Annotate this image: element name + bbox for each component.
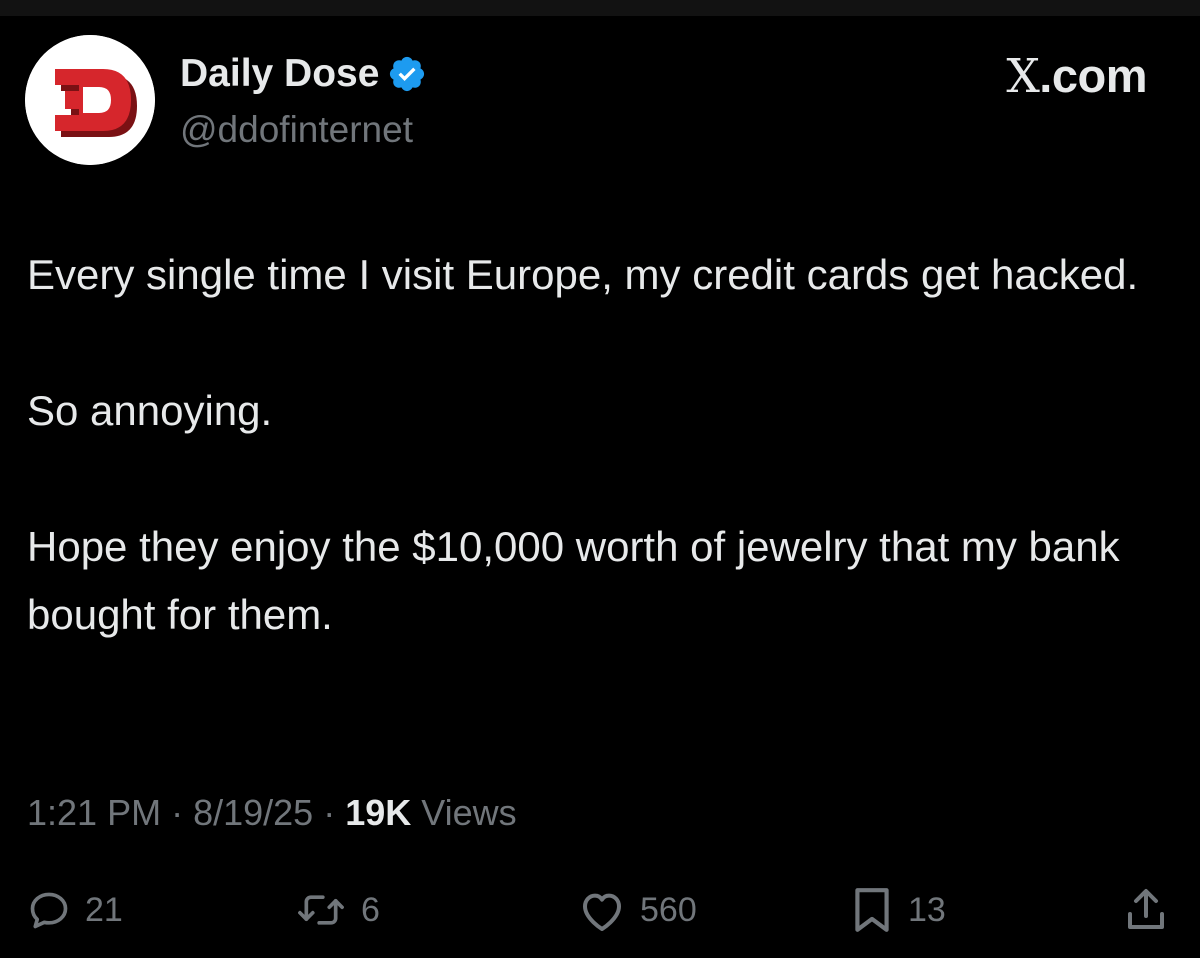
tweet-date[interactable]: 8/19/25 — [193, 792, 313, 833]
display-name-text: Daily Dose — [180, 52, 380, 95]
like-count: 560 — [640, 890, 697, 929]
bookmark-icon — [855, 888, 889, 932]
repost-count: 6 — [361, 890, 380, 929]
brand-suffix: .com — [1039, 49, 1147, 102]
views-count: 19K — [345, 792, 412, 833]
like-icon — [583, 893, 621, 931]
daily-dose-logo-icon — [25, 35, 155, 165]
meta-separator: · — [313, 792, 346, 833]
action-bar: 21 6 560 13 — [0, 878, 1200, 942]
tweet-meta: 1:21 PM · 8/19/25 · 19K Views — [27, 787, 517, 839]
repost-button[interactable]: 6 — [295, 878, 380, 942]
tweet-text: Every single time I visit Europe, my cre… — [27, 241, 1177, 649]
tweet-paragraph: So annoying. — [27, 387, 273, 434]
bookmark-count: 13 — [908, 890, 946, 929]
reply-count: 21 — [85, 890, 123, 929]
tweet-paragraph: Every single time I visit Europe, my cre… — [27, 251, 1139, 298]
reply-icon — [30, 892, 68, 929]
x-logo-icon: X — [1006, 49, 1040, 104]
author-handle[interactable]: @ddofinternet — [180, 106, 413, 154]
avatar[interactable] — [25, 35, 155, 165]
share-button[interactable] — [1124, 878, 1168, 942]
reply-button[interactable]: 21 — [27, 878, 123, 942]
tweet-time[interactable]: 1:21 PM — [27, 792, 161, 833]
top-strip — [0, 0, 1200, 16]
bookmark-button[interactable]: 13 — [850, 878, 946, 942]
views-label: Views — [411, 792, 517, 833]
tweet-paragraph: Hope they enjoy the $10,000 worth of jew… — [27, 523, 1120, 638]
repost-icon — [298, 895, 344, 925]
author-display-name[interactable]: Daily Dose — [180, 48, 427, 100]
x-com-brand: X.com — [1006, 48, 1147, 105]
share-icon — [1128, 889, 1164, 929]
meta-separator: · — [161, 792, 194, 833]
like-button[interactable]: 560 — [578, 878, 697, 942]
verified-badge-icon — [390, 56, 425, 92]
